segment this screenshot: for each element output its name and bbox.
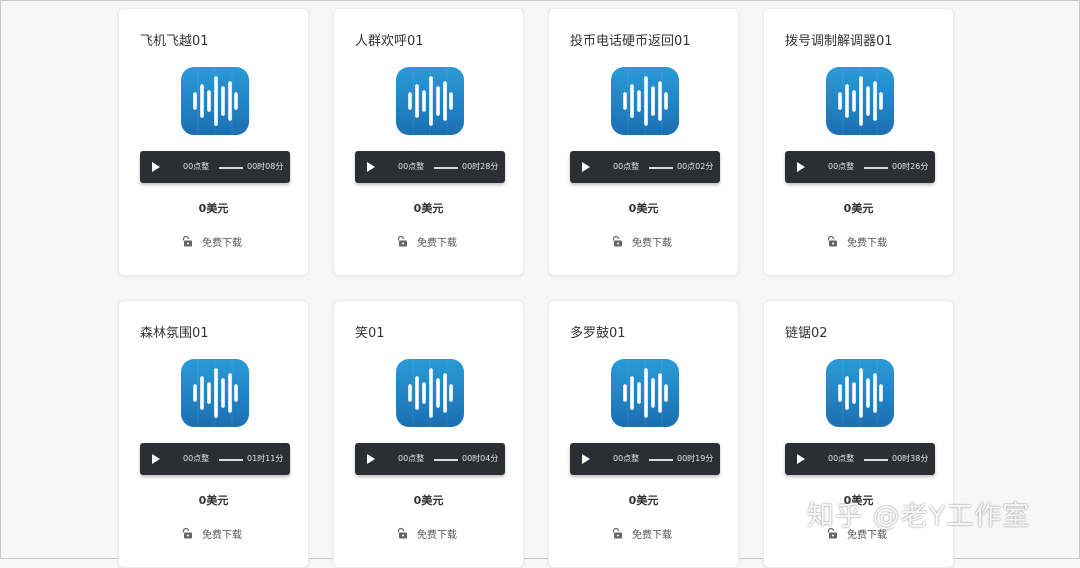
sound-title[interactable]: 投币电话硬币返回01: [570, 30, 691, 49]
audio-player: 00点整 00时28分: [355, 151, 505, 183]
sound-card: 人群欢呼01 00点整 00时28分 0美元 免费下载: [333, 8, 524, 276]
download-label: 免费下载: [632, 237, 672, 249]
sound-title[interactable]: 链锯02: [785, 322, 828, 341]
download-label: 免费下载: [417, 237, 457, 249]
sound-card: 拨号调制解调器01 00点整 00时26分 0美元 免费下载: [763, 8, 954, 276]
progress-slider[interactable]: [649, 459, 673, 461]
duration: 00时28分: [462, 162, 499, 171]
free-download-button[interactable]: 免费下载: [181, 234, 242, 249]
duration: 01时11分: [247, 454, 284, 463]
progress-slider[interactable]: [649, 167, 673, 169]
download-label: 免费下载: [847, 237, 887, 249]
play-icon[interactable]: [582, 454, 590, 464]
sound-title[interactable]: 拨号调制解调器01: [785, 30, 893, 49]
sound-wave-icon: [181, 359, 249, 427]
price-label: 0美元: [413, 494, 444, 507]
audio-player: 00点整 00时04分: [355, 443, 505, 475]
sound-wave-icon: [181, 67, 249, 135]
unlock-icon: [827, 235, 837, 247]
sound-title[interactable]: 多罗鼓01: [570, 322, 626, 341]
play-icon[interactable]: [367, 454, 375, 464]
sound-card: 投币电话硬币返回01 00点整 00点02分 0美元 免费下载: [548, 8, 739, 276]
sound-title[interactable]: 森林氛围01: [140, 322, 209, 341]
free-download-button[interactable]: 免费下载: [611, 234, 672, 249]
unlock-icon: [397, 527, 407, 539]
duration: 00时04分: [462, 454, 499, 463]
current-time: 00点整: [398, 162, 425, 171]
unlock-icon: [612, 235, 622, 247]
download-label: 免费下载: [632, 529, 672, 541]
sound-title[interactable]: 笑01: [355, 322, 385, 341]
current-time: 00点整: [183, 454, 210, 463]
sound-title[interactable]: 人群欢呼01: [355, 30, 424, 49]
progress-slider[interactable]: [434, 459, 458, 461]
price-label: 0美元: [628, 494, 659, 507]
play-icon[interactable]: [152, 162, 160, 172]
free-download-button[interactable]: 免费下载: [396, 234, 457, 249]
current-time: 00点整: [183, 162, 210, 171]
sound-title[interactable]: 飞机飞越01: [140, 30, 209, 49]
duration: 00时08分: [247, 162, 284, 171]
sound-card: 森林氛围01 00点整 01时11分 0美元 免费下载: [118, 300, 309, 568]
audio-player: 00点整 00时08分: [140, 151, 290, 183]
play-icon[interactable]: [152, 454, 160, 464]
sound-card: 飞机飞越01 00点整 00时08分 0美元 免费下载: [118, 8, 309, 276]
unlock-icon: [182, 527, 192, 539]
play-icon[interactable]: [797, 162, 805, 172]
duration: 00时19分: [677, 454, 714, 463]
duration: 00时38分: [892, 454, 929, 463]
price-label: 0美元: [198, 202, 229, 215]
free-download-button[interactable]: 免费下载: [396, 526, 457, 541]
sound-wave-icon: [611, 359, 679, 427]
unlock-icon: [612, 527, 622, 539]
sound-wave-icon: [611, 67, 679, 135]
sound-wave-icon: [826, 67, 894, 135]
sound-wave-icon: [396, 359, 464, 427]
download-label: 免费下载: [202, 529, 242, 541]
price-label: 0美元: [413, 202, 444, 215]
free-download-button[interactable]: 免费下载: [181, 526, 242, 541]
current-time: 00点整: [828, 162, 855, 171]
sound-wave-icon: [826, 359, 894, 427]
audio-player: 00点整 01时11分: [140, 443, 290, 475]
audio-player: 00点整 00点02分: [570, 151, 720, 183]
current-time: 00点整: [398, 454, 425, 463]
unlock-icon: [182, 235, 192, 247]
current-time: 00点整: [613, 454, 640, 463]
progress-slider[interactable]: [434, 167, 458, 169]
price-label: 0美元: [843, 202, 874, 215]
unlock-icon: [397, 235, 407, 247]
progress-slider[interactable]: [864, 167, 888, 169]
audio-player: 00点整 00时26分: [785, 151, 935, 183]
play-icon[interactable]: [797, 454, 805, 464]
download-label: 免费下载: [202, 237, 242, 249]
sound-card: 多罗鼓01 00点整 00时19分 0美元 免费下载: [548, 300, 739, 568]
sound-card: 笑01 00点整 00时04分 0美元 免费下载: [333, 300, 524, 568]
current-time: 00点整: [828, 454, 855, 463]
free-download-button[interactable]: 免费下载: [826, 234, 887, 249]
progress-slider[interactable]: [864, 459, 888, 461]
price-label: 0美元: [198, 494, 229, 507]
price-label: 0美元: [628, 202, 659, 215]
duration: 00点02分: [677, 162, 714, 171]
duration: 00时26分: [892, 162, 929, 171]
progress-slider[interactable]: [219, 459, 243, 461]
current-time: 00点整: [613, 162, 640, 171]
progress-slider[interactable]: [219, 167, 243, 169]
audio-player: 00点整 00时19分: [570, 443, 720, 475]
play-icon[interactable]: [367, 162, 375, 172]
zhihu-watermark: 知乎 @老Y工作室: [807, 501, 1031, 532]
audio-player: 00点整 00时38分: [785, 443, 935, 475]
free-download-button[interactable]: 免费下载: [611, 526, 672, 541]
download-label: 免费下载: [417, 529, 457, 541]
play-icon[interactable]: [582, 162, 590, 172]
sound-wave-icon: [396, 67, 464, 135]
